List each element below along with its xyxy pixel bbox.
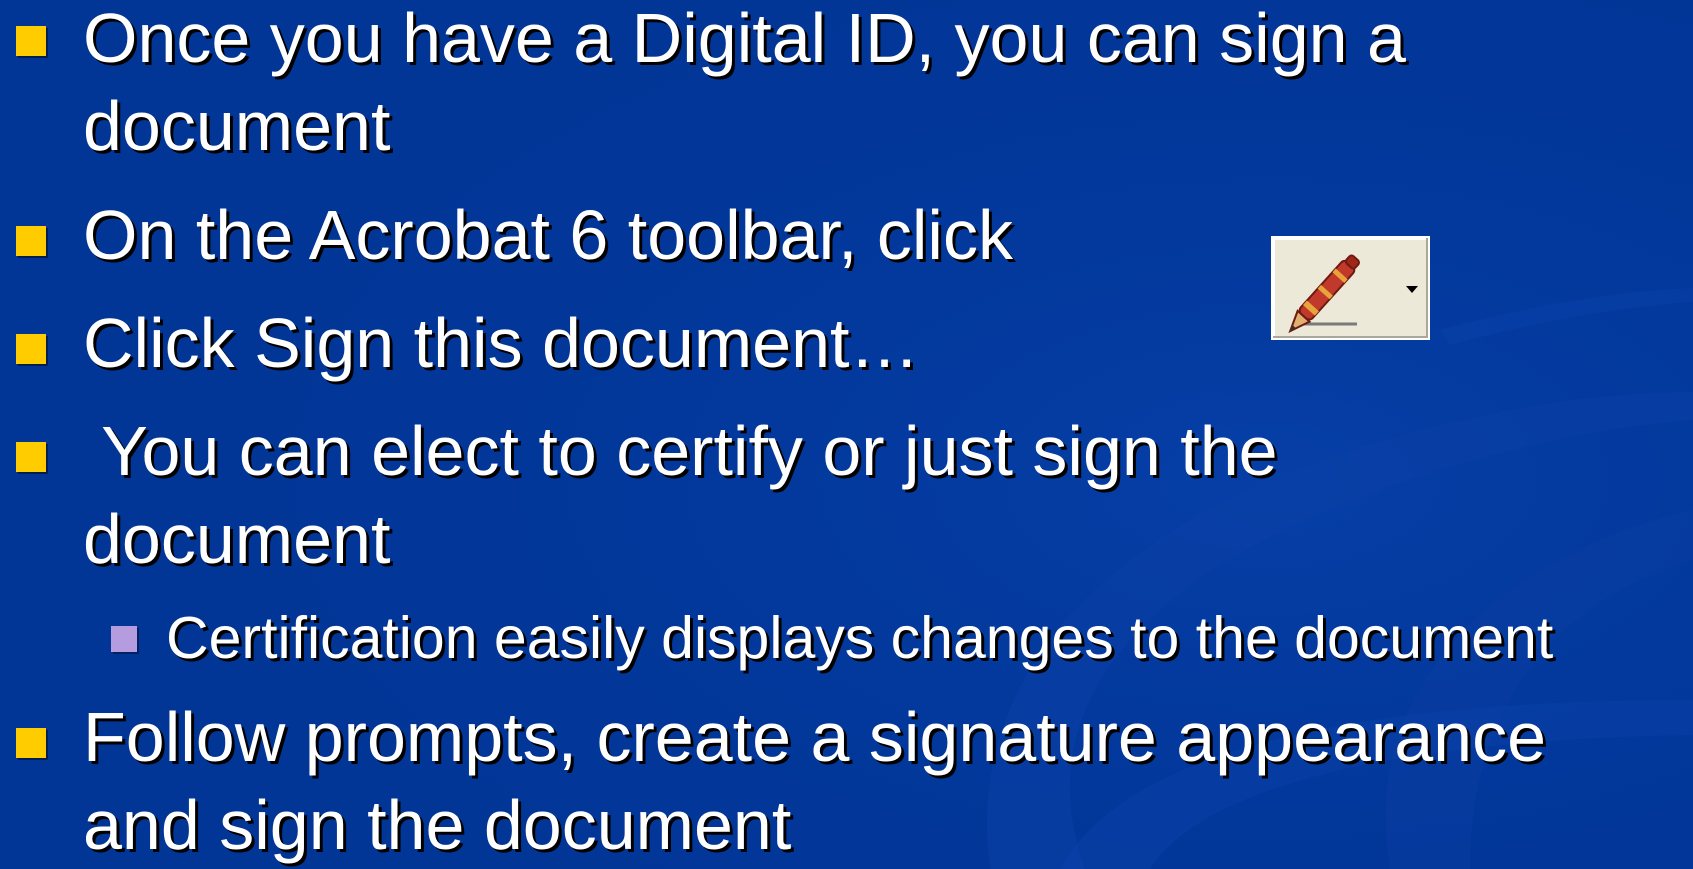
bullet-text: Once you have a Digital ID, you can sign… (83, 0, 1406, 77)
bullet-marker (16, 728, 46, 758)
dropdown-arrow-icon (1406, 286, 1418, 293)
bullet-text: On the Acrobat 6 toolbar, click (83, 196, 1013, 274)
slide-content: Once you have a Digital ID, you can sign… (0, 0, 1693, 869)
bullet-marker (16, 26, 46, 56)
bullet-text: Click Sign this document… (83, 304, 920, 382)
bullet-text-continued: document (83, 500, 391, 578)
sub-bullet-text: Certification easily displays changes to… (166, 605, 1554, 671)
bullet-text: Follow prompts, create a signature appea… (83, 698, 1547, 776)
bullet-text-continued: document (83, 87, 391, 165)
bullet-marker (16, 226, 46, 256)
sub-bullet-marker (111, 626, 137, 652)
sign-toolbar-button[interactable] (1271, 236, 1430, 340)
bullet-marker (16, 334, 46, 364)
bullet-marker (16, 442, 46, 472)
sign-pen-icon (1288, 254, 1418, 334)
bullet-text-continued: and sign the document (83, 786, 792, 864)
bullet-text: You can elect to certify or just sign th… (83, 412, 1278, 490)
